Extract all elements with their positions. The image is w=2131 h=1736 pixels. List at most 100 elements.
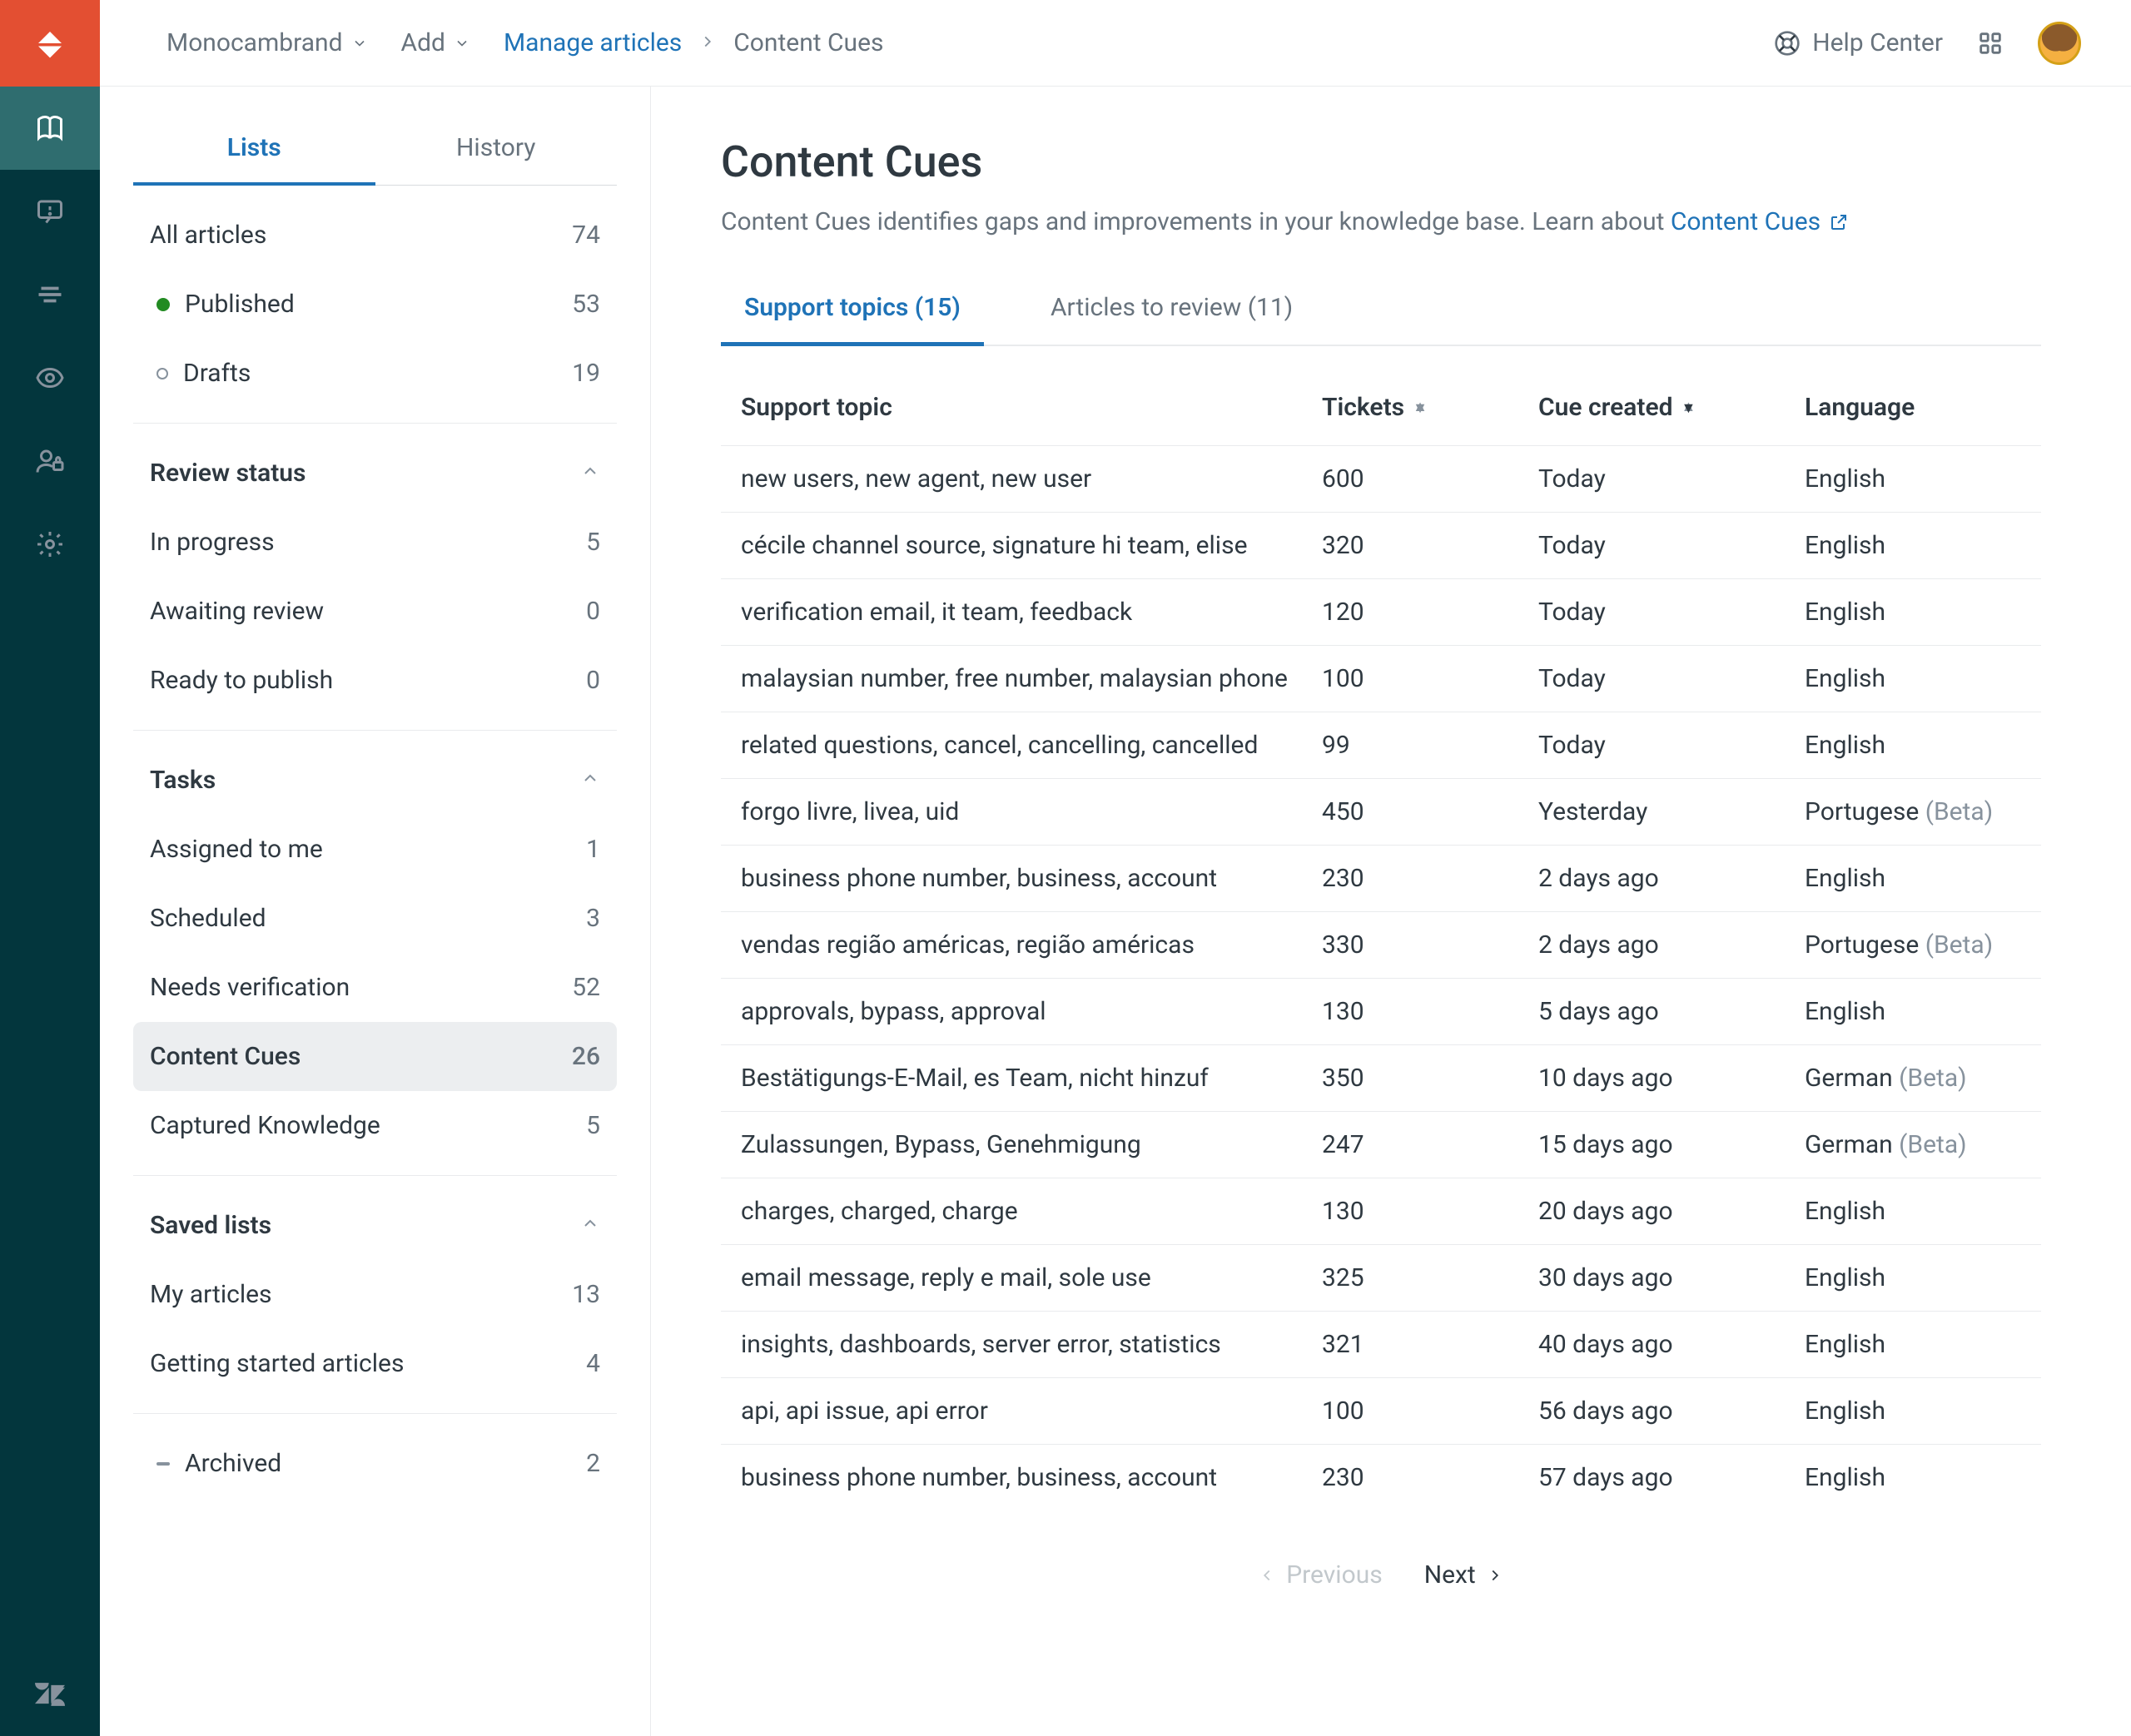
cell-language: English <box>1805 664 2021 693</box>
sidebar-item-count: 26 <box>572 1042 600 1071</box>
sidebar-item-count: 74 <box>572 221 600 250</box>
sidebar-section-tasks[interactable]: Tasks <box>133 746 617 815</box>
sidebar-item-count: 4 <box>586 1349 600 1378</box>
cell-topic: charges, charged, charge <box>741 1197 1305 1226</box>
cell-tickets: 321 <box>1322 1330 1522 1359</box>
sidebar-item-archived[interactable]: Archived 2 <box>133 1429 617 1498</box>
add-label: Add <box>401 28 445 57</box>
status-dot-published-icon <box>156 298 170 311</box>
table-row[interactable]: new users, new agent, new user600TodayEn… <box>721 446 2041 513</box>
pager: Previous Next <box>721 1560 2041 1590</box>
cell-created: Today <box>1538 731 1788 760</box>
cell-language: German (Beta) <box>1805 1130 2021 1159</box>
avatar[interactable] <box>2038 22 2081 65</box>
table-row[interactable]: malaysian number, free number, malaysian… <box>721 646 2041 712</box>
help-center-label: Help Center <box>1812 28 1943 57</box>
table-row[interactable]: business phone number, business, account… <box>721 846 2041 912</box>
table-row[interactable]: Zulassungen, Bypass, Genehmigung24715 da… <box>721 1112 2041 1178</box>
pager-next[interactable]: Next <box>1424 1560 1504 1590</box>
status-dot-draft-icon <box>156 368 168 379</box>
sort-icon: ▲▼ <box>1413 407 1428 409</box>
cell-language: Portugese (Beta) <box>1805 797 2021 826</box>
table-row[interactable]: email message, reply e mail, sole use325… <box>721 1245 2041 1312</box>
sidebar-item-review[interactable]: Ready to publish0 <box>133 646 617 715</box>
sidebar-item-review[interactable]: Awaiting review 0 <box>133 577 617 646</box>
sidebar-item-saved[interactable]: My articles13 <box>133 1260 617 1329</box>
add-dropdown[interactable]: Add <box>401 28 470 57</box>
sidebar-item-count: 0 <box>586 597 600 626</box>
table-row[interactable]: Bestätigungs-E-Mail, es Team, nicht hinz… <box>721 1045 2041 1112</box>
learn-more-link[interactable]: Content Cues <box>1671 207 1849 236</box>
table-row[interactable]: related questions, cancel, cancelling, c… <box>721 712 2041 779</box>
nav-permissions-icon[interactable] <box>0 419 100 503</box>
table-row[interactable]: verification email, it team, feedback120… <box>721 579 2041 646</box>
table-row[interactable]: business phone number, business, account… <box>721 1445 2041 1510</box>
breadcrumb-current: Content Cues <box>733 28 883 57</box>
sidebar-item-task[interactable]: Needs verification52 <box>133 953 617 1022</box>
help-center-link[interactable]: Help Center <box>1774 28 1943 57</box>
cell-language: English <box>1805 1197 2021 1226</box>
nav-knowledge-icon[interactable] <box>0 87 100 170</box>
sidebar-item-count: 3 <box>586 904 600 933</box>
sidebar-section-saved-lists[interactable]: Saved lists <box>133 1191 617 1260</box>
sidebar-item-task[interactable]: Content Cues26 <box>133 1022 617 1091</box>
table-row[interactable]: vendas região américas, região américas3… <box>721 912 2041 979</box>
sidebar-item-saved[interactable]: Getting started articles4 <box>133 1329 617 1398</box>
breadcrumb-link[interactable]: Manage articles <box>504 28 682 57</box>
sidebar-item-review[interactable]: In progress5 <box>133 508 617 577</box>
page-description: Content Cues identifies gaps and improve… <box>721 207 2041 236</box>
archived-icon <box>156 1462 170 1466</box>
sidebar-item-task[interactable]: Captured Knowledge5 <box>133 1091 617 1160</box>
sidebar-section-label: Tasks <box>150 766 216 795</box>
sidebar-item-count: 19 <box>572 359 600 388</box>
table-row[interactable]: forgo livre, livea, uid450YesterdayPortu… <box>721 779 2041 846</box>
tab-articles-review[interactable]: Articles to review (11) <box>1027 273 1316 346</box>
brand-dropdown[interactable]: Monocambrand <box>166 28 368 57</box>
nav-arrange-icon[interactable] <box>0 253 100 336</box>
cell-tickets: 120 <box>1322 598 1522 627</box>
cell-created: 10 days ago <box>1538 1064 1788 1093</box>
sidebar-item-label: Scheduled <box>150 904 266 933</box>
nav-settings-icon[interactable] <box>0 503 100 586</box>
zendesk-logo-icon[interactable] <box>0 1653 100 1736</box>
cell-topic: email message, reply e mail, sole use <box>741 1263 1305 1292</box>
table-row[interactable]: cécile channel source, signature hi team… <box>721 513 2041 579</box>
table-row[interactable]: approvals, bypass, approval1305 days ago… <box>721 979 2041 1045</box>
sort-icon: ▲▼ <box>1681 407 1696 409</box>
sidebar-item-published[interactable]: Published 53 <box>133 270 617 339</box>
sidebar-item-task[interactable]: Assigned to me1 <box>133 815 617 884</box>
cell-tickets: 330 <box>1322 930 1522 960</box>
cell-created: Today <box>1538 598 1788 627</box>
tab-history[interactable]: History <box>375 113 618 186</box>
tab-support-topics[interactable]: Support topics (15) <box>721 273 984 346</box>
nav-preview-icon[interactable] <box>0 336 100 419</box>
col-support-topic[interactable]: Support topic <box>741 393 1305 422</box>
cell-language: English <box>1805 1330 2021 1359</box>
sidebar-item-all-articles[interactable]: All articles 74 <box>133 201 617 270</box>
cell-tickets: 100 <box>1322 1396 1522 1426</box>
sidebar-section-review-status[interactable]: Review status <box>133 439 617 508</box>
nav-feedback-icon[interactable] <box>0 170 100 253</box>
col-language[interactable]: Language <box>1805 393 2021 422</box>
apps-button[interactable] <box>1976 29 2004 57</box>
table-row[interactable]: api, api issue, api error10056 days agoE… <box>721 1378 2041 1445</box>
sidebar-item-count: 53 <box>572 290 600 319</box>
tab-lists[interactable]: Lists <box>133 113 375 186</box>
sidebar-item-task[interactable]: Scheduled 3 <box>133 884 617 953</box>
table-row[interactable]: charges, charged, charge13020 days agoEn… <box>721 1178 2041 1245</box>
cell-topic: business phone number, business, account <box>741 1463 1305 1492</box>
cell-created: 40 days ago <box>1538 1330 1788 1359</box>
lifebuoy-icon <box>1774 30 1801 57</box>
topics-table: Support topic Tickets ▲▼ Cue created ▲▼ … <box>721 370 2041 1510</box>
product-logo[interactable] <box>0 0 100 87</box>
sidebar-item-label: Awaiting review <box>150 597 324 626</box>
table-row[interactable]: insights, dashboards, server error, stat… <box>721 1312 2041 1378</box>
sidebar-item-drafts[interactable]: Drafts 19 <box>133 339 617 408</box>
col-tickets[interactable]: Tickets ▲▼ <box>1322 393 1522 422</box>
page-title: Content Cues <box>721 136 2041 187</box>
sidebar-item-count: 5 <box>586 528 600 557</box>
table-header: Support topic Tickets ▲▼ Cue created ▲▼ … <box>721 370 2041 446</box>
cell-tickets: 600 <box>1322 464 1522 494</box>
col-cue-created[interactable]: Cue created ▲▼ <box>1538 393 1788 422</box>
cell-created: 5 days ago <box>1538 997 1788 1026</box>
